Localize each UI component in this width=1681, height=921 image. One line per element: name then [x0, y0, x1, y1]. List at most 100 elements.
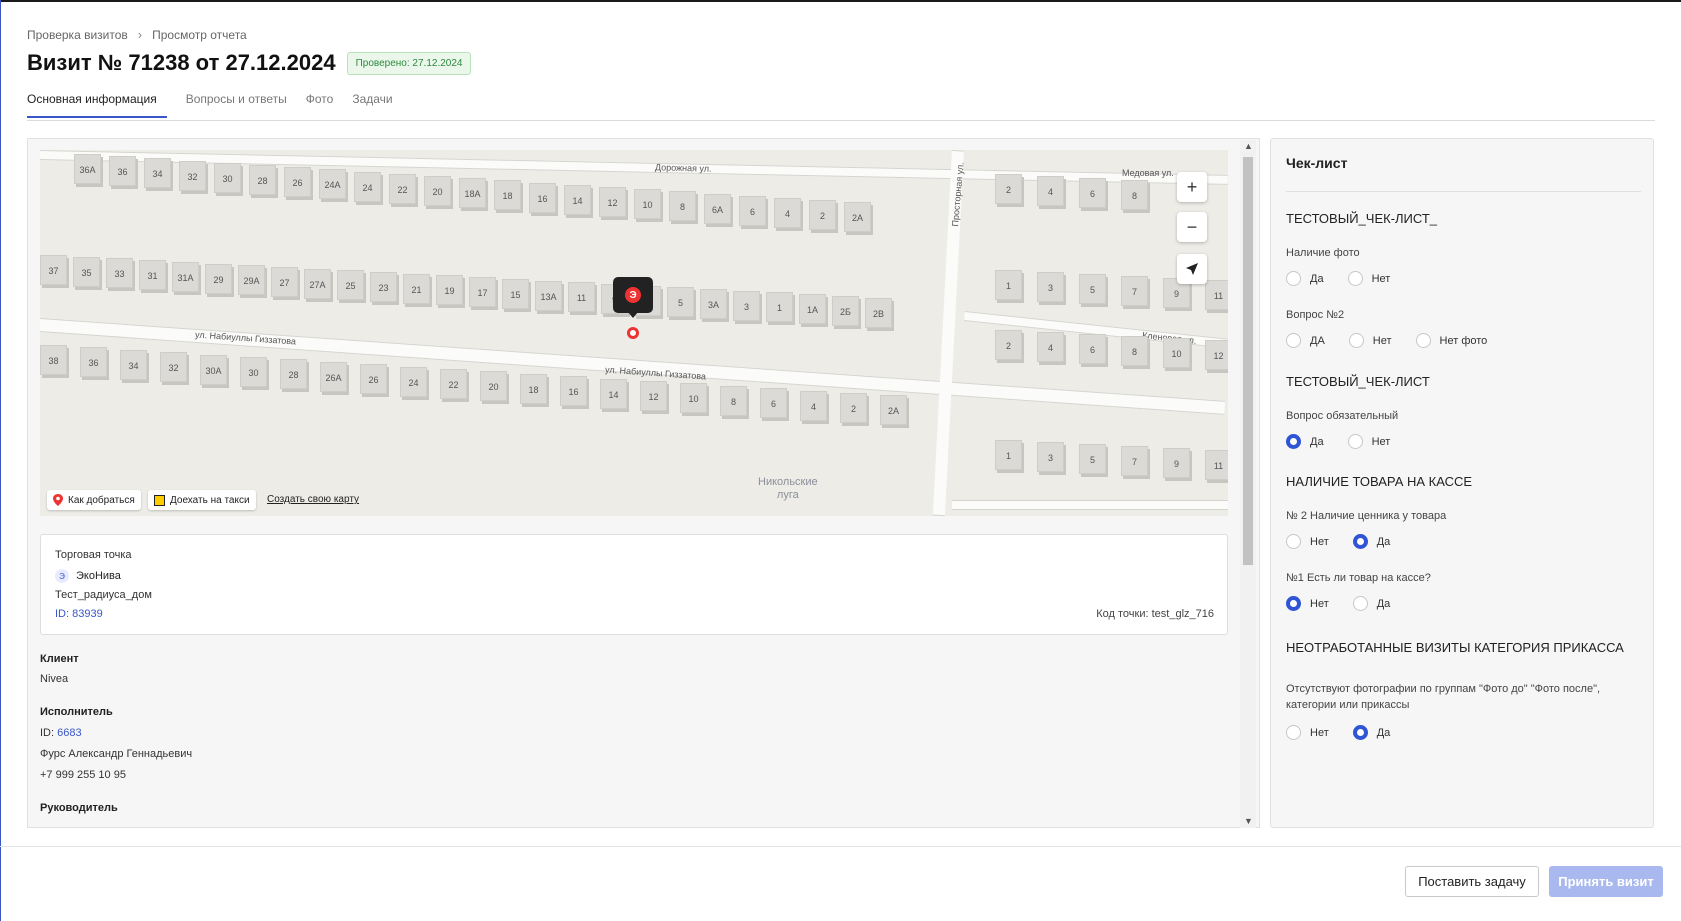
map-house-number: 18 — [494, 180, 521, 211]
scrollbar-thumb[interactable] — [1243, 157, 1253, 565]
executor-name: Фурс Александр Геннадьевич — [40, 748, 193, 760]
map-house-number: 6 — [1079, 178, 1106, 208]
radio-button[interactable] — [1286, 534, 1301, 549]
store-address: Тест_радиуса_дом — [55, 589, 152, 601]
store-code-label: Код точки: — [1096, 608, 1149, 620]
map-house-number: 2Б — [832, 295, 859, 326]
geolocation-button[interactable] — [1177, 254, 1207, 284]
scrollbar[interactable]: ▲ ▼ — [1240, 140, 1256, 828]
map-house-number: 11 — [1205, 450, 1228, 480]
map-house-number: 8 — [720, 385, 747, 416]
map-house-number: 35 — [73, 256, 100, 287]
radio-button[interactable] — [1286, 333, 1301, 348]
radio-button[interactable] — [1286, 725, 1301, 740]
map-house-number: 2 — [995, 330, 1022, 360]
map-road — [952, 500, 1228, 510]
question-text: № 2 Наличие ценника у товара — [1286, 510, 1447, 522]
zoom-out-button[interactable]: − — [1177, 212, 1207, 242]
scroll-down-icon[interactable]: ▼ — [1244, 816, 1253, 826]
radio-button[interactable] — [1348, 333, 1364, 348]
create-map-link[interactable]: Создать свою карту — [267, 494, 359, 505]
accept-visit-button[interactable]: Принять визит — [1549, 866, 1663, 897]
store-id-link[interactable]: ID: 83939 — [55, 608, 103, 620]
question-options: ДА Нет Нет фото — [1286, 333, 1511, 348]
option-label: Да — [1376, 726, 1391, 739]
map-house-number: 30 — [240, 357, 267, 387]
option-label: Нет — [1371, 435, 1391, 448]
map-house-number: 4 — [1037, 332, 1064, 362]
map-house-number: 7 — [1121, 276, 1148, 306]
option-radio[interactable]: Да — [1352, 596, 1391, 611]
option-radio[interactable]: Нет — [1347, 271, 1391, 286]
map-house-number: 27 — [271, 266, 298, 297]
option-label: ДА — [1310, 334, 1325, 347]
tab-photo[interactable]: Фото — [306, 92, 334, 118]
map-house-number: 13А — [535, 280, 562, 311]
tab-tasks[interactable]: Задачи — [352, 92, 392, 118]
map-house-number: 8 — [669, 191, 696, 222]
map-house-number: 6 — [760, 388, 787, 419]
map-house-number: 6 — [739, 195, 766, 226]
scroll-up-icon[interactable]: ▲ — [1244, 141, 1253, 151]
option-radio[interactable]: Да — [1352, 725, 1391, 740]
map-house-number: 38 — [40, 345, 67, 375]
option-label: Нет — [1371, 272, 1391, 285]
set-task-button[interactable]: Поставить задачу — [1405, 866, 1539, 897]
executor-id-link[interactable]: 6683 — [57, 727, 81, 739]
marker-tail — [627, 311, 639, 318]
option-radio[interactable]: Нет — [1286, 534, 1329, 549]
option-label: Да — [1376, 597, 1391, 610]
option-radio[interactable]: Нет — [1286, 725, 1329, 740]
option-radio[interactable]: Да — [1352, 534, 1390, 549]
radio-button[interactable] — [1415, 333, 1431, 348]
map-house-number: 36 — [109, 156, 136, 187]
option-radio[interactable]: Нет — [1348, 333, 1392, 348]
option-radio[interactable]: Нет — [1286, 596, 1329, 611]
breadcrumb-link-visits[interactable]: Проверка визитов — [27, 28, 128, 42]
radio-button[interactable] — [1286, 271, 1301, 286]
checklist-section-title: ТЕСТОВЫЙ_ЧЕК-ЛИСТ_ — [1286, 211, 1438, 226]
option-label: Нет — [1310, 726, 1329, 739]
map-house-number: 3А — [700, 289, 727, 319]
map-house-number: 25 — [337, 270, 364, 301]
taxi-label: Доехать на такси — [170, 494, 250, 506]
map-house-number: 10 — [1163, 338, 1190, 368]
map-house-number: 3 — [733, 290, 760, 321]
option-radio[interactable]: Нет — [1347, 434, 1391, 449]
map-house-number: 34 — [144, 158, 171, 189]
radio-button[interactable] — [1347, 434, 1363, 449]
footer-divider — [0, 846, 1681, 847]
radio-button[interactable] — [1352, 534, 1368, 549]
map-house-number: 4 — [1037, 176, 1064, 206]
tab-main-info[interactable]: Основная информация — [27, 92, 167, 118]
option-radio[interactable]: Нет фото — [1415, 333, 1487, 348]
map-house-number: 34 — [120, 349, 147, 380]
option-radio[interactable]: Да — [1286, 434, 1324, 449]
taxi-icon — [154, 494, 165, 506]
map-marker[interactable]: Э — [613, 277, 653, 318]
client-label: Клиент — [40, 653, 79, 665]
tab-questions[interactable]: Вопросы и ответы — [186, 92, 287, 118]
tabs: Основная информация Вопросы и ответы Фот… — [27, 92, 393, 118]
radio-button[interactable] — [1352, 725, 1368, 740]
map-house-number: 30 — [214, 162, 241, 193]
option-radio[interactable]: Да — [1286, 271, 1324, 286]
taxi-button[interactable]: Доехать на такси — [148, 490, 256, 510]
map-area-line: луга — [776, 489, 799, 501]
chevron-right-icon: › — [137, 27, 143, 42]
checklist-section-title: НЕОТРАБОТАННЫЕ ВИЗИТЫ КАТЕГОРИЯ ПРИКАССА — [1286, 640, 1624, 655]
route-button[interactable]: Как добраться — [47, 490, 141, 510]
map-house-number: 22 — [389, 173, 416, 204]
radio-button[interactable] — [1347, 271, 1363, 286]
zoom-in-button[interactable]: + — [1177, 172, 1207, 202]
radio-button[interactable] — [1286, 434, 1301, 449]
map-house-number: 6А — [704, 193, 731, 224]
option-radio[interactable]: ДА — [1286, 333, 1325, 348]
client-value: Nivea — [40, 673, 69, 685]
question-options: Нет Да — [1286, 534, 1414, 549]
question-options: Нет Да — [1286, 725, 1414, 740]
map-house-number: 23 — [370, 272, 397, 302]
radio-button[interactable] — [1352, 596, 1368, 611]
radio-button[interactable] — [1286, 596, 1301, 611]
map-house-number: 26 — [284, 167, 311, 198]
